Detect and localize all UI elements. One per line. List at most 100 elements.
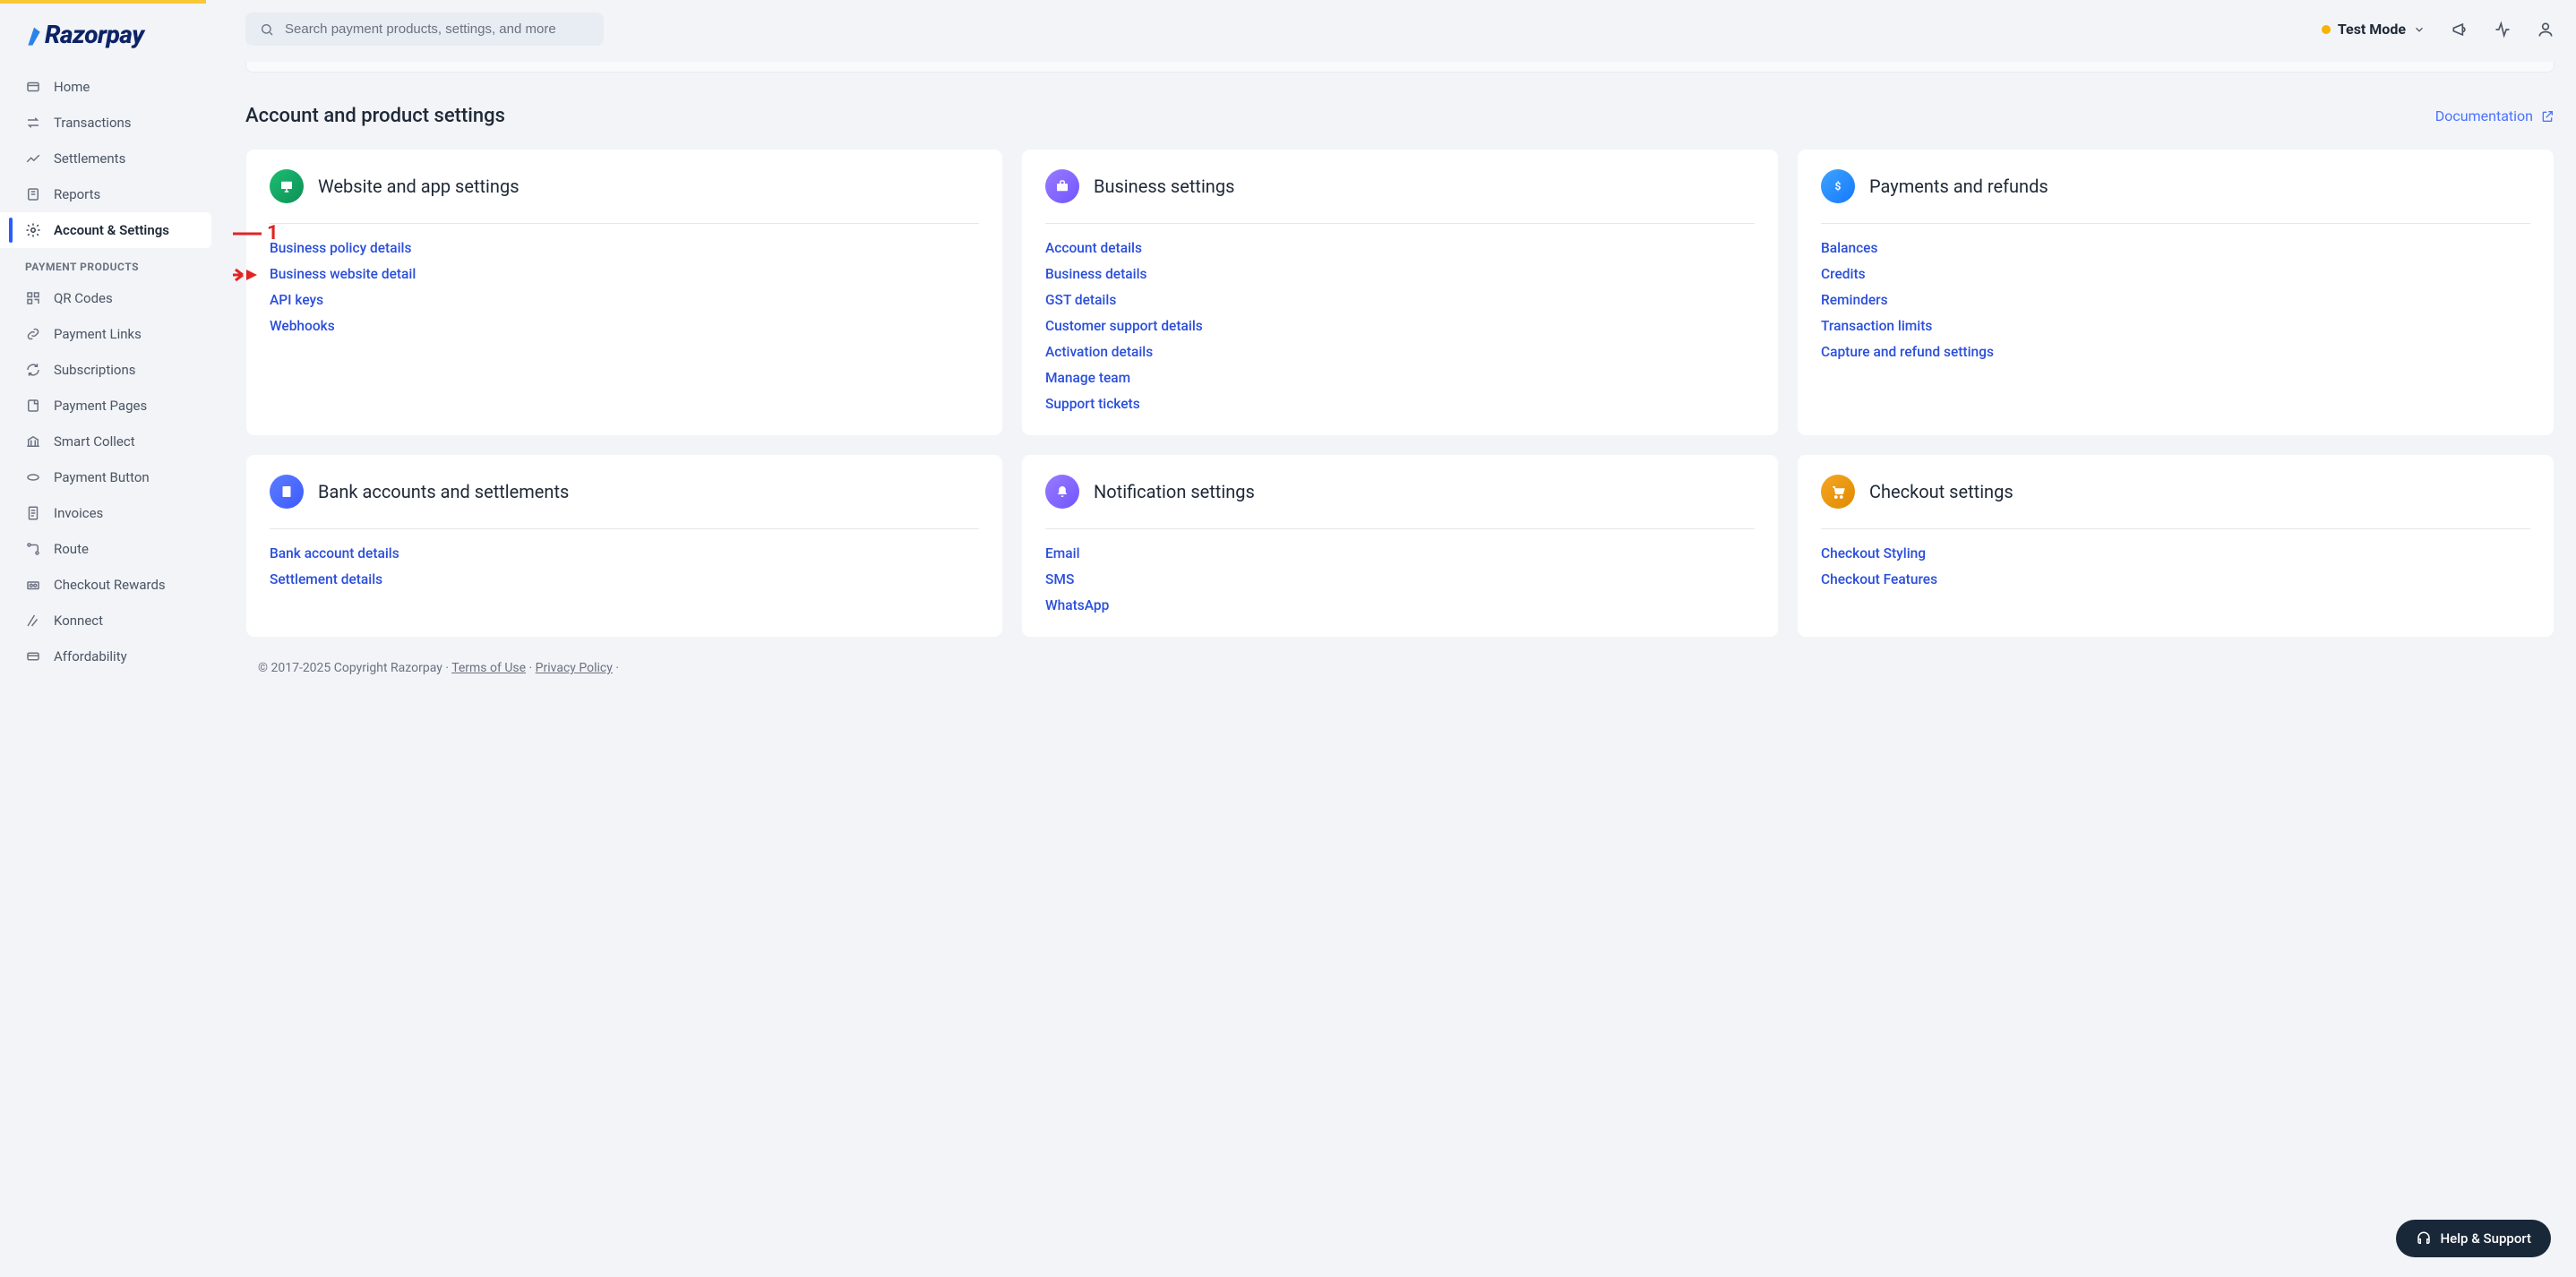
dollar-icon: $ xyxy=(1821,169,1855,203)
search-box[interactable] xyxy=(245,13,604,46)
link-reminders[interactable]: Reminders xyxy=(1821,292,2530,308)
collapsed-panel xyxy=(245,62,2555,73)
activity-icon[interactable] xyxy=(2494,21,2512,39)
sidebar-item-subscriptions[interactable]: Subscriptions xyxy=(0,352,233,388)
link-checkout-styling[interactable]: Checkout Styling xyxy=(1821,545,2530,561)
link-customer-support-details[interactable]: Customer support details xyxy=(1045,318,1755,334)
card-title: Website and app settings xyxy=(318,176,519,197)
card-title: Bank accounts and settlements xyxy=(318,481,569,502)
konnect-icon xyxy=(25,613,41,629)
sidebar-item-affordability[interactable]: Affordability xyxy=(0,638,233,674)
sidebar-item-settlements[interactable]: Settlements xyxy=(0,141,233,176)
link-business-website-detail[interactable]: Business website detail xyxy=(270,266,979,282)
invoice-icon xyxy=(25,505,41,521)
link-support-tickets[interactable]: Support tickets xyxy=(1045,396,1755,412)
link-balances[interactable]: Balances xyxy=(1821,240,2530,256)
sidebar-item-payment-pages[interactable]: Payment Pages xyxy=(0,388,233,424)
sidebar-item-invoices[interactable]: Invoices xyxy=(0,495,233,531)
link-whatsapp[interactable]: WhatsApp xyxy=(1045,597,1755,613)
link-capture-refund-settings[interactable]: Capture and refund settings xyxy=(1821,344,2530,360)
link-sms[interactable]: SMS xyxy=(1045,571,1755,587)
card-notification-settings: Notification settings Email SMS WhatsApp xyxy=(1021,454,1779,638)
sidebar-item-label: Reports xyxy=(54,186,100,202)
link-icon xyxy=(25,326,41,342)
sidebar-item-checkout-rewards[interactable]: Checkout Rewards xyxy=(0,567,233,603)
card-website-app-settings: Website and app settings Business policy… xyxy=(245,149,1003,436)
main-content: Test Mode Account and product settings D… xyxy=(233,0,2576,1277)
annotation-number: 1 xyxy=(267,222,279,244)
mode-status-dot xyxy=(2322,25,2331,34)
logo[interactable]: Razorpay xyxy=(0,7,233,69)
transactions-icon xyxy=(25,115,41,131)
settings-cards-grid: Website and app settings Business policy… xyxy=(245,149,2555,638)
sidebar-item-label: Settlements xyxy=(54,150,125,167)
bell-icon xyxy=(1045,475,1079,509)
link-gst-details[interactable]: GST details xyxy=(1045,292,1755,308)
user-icon[interactable] xyxy=(2537,21,2555,39)
mode-label: Test Mode xyxy=(2338,21,2406,38)
sidebar-item-reports[interactable]: Reports xyxy=(0,176,233,212)
sidebar-item-label: Transactions xyxy=(54,115,132,131)
bank-icon xyxy=(25,433,41,450)
help-label: Help & Support xyxy=(2441,1230,2531,1247)
cart-icon xyxy=(1821,475,1855,509)
sidebar-item-qr-codes[interactable]: QR Codes xyxy=(0,280,233,316)
affordability-icon xyxy=(25,648,41,664)
document-icon xyxy=(270,475,304,509)
card-bank-accounts-settlements: Bank accounts and settlements Bank accou… xyxy=(245,454,1003,638)
link-manage-team[interactable]: Manage team xyxy=(1045,370,1755,386)
sidebar-item-label: Invoices xyxy=(54,505,103,521)
sidebar-item-label: Payment Links xyxy=(54,326,142,342)
privacy-link[interactable]: Privacy Policy xyxy=(536,661,613,675)
sidebar-item-account-settings[interactable]: Account & Settings xyxy=(0,212,211,248)
sidebar-item-label: Home xyxy=(54,79,90,95)
sidebar-item-label: QR Codes xyxy=(54,290,113,306)
search-input[interactable] xyxy=(285,21,589,37)
link-transaction-limits[interactable]: Transaction limits xyxy=(1821,318,2530,334)
sidebar-item-label: Payment Pages xyxy=(54,398,147,414)
announcement-icon[interactable] xyxy=(2451,21,2469,39)
card-business-settings: Business settings Account details Busine… xyxy=(1021,149,1779,436)
link-settlement-details[interactable]: Settlement details xyxy=(270,571,979,587)
link-api-keys[interactable]: API keys xyxy=(270,292,979,308)
page-title: Account and product settings xyxy=(245,105,505,127)
sidebar-item-label: Route xyxy=(54,541,89,557)
sidebar-item-payment-links[interactable]: Payment Links xyxy=(0,316,233,352)
route-icon xyxy=(25,541,41,557)
copyright-text: © 2017-2025 Copyright Razorpay xyxy=(258,661,442,675)
link-activation-details[interactable]: Activation details xyxy=(1045,344,1755,360)
link-business-policy-details[interactable]: Business policy details xyxy=(270,240,979,256)
home-icon xyxy=(25,79,41,95)
sidebar-item-home[interactable]: Home xyxy=(0,69,233,105)
sidebar-item-label: Checkout Rewards xyxy=(54,577,166,593)
search-icon xyxy=(260,22,274,37)
card-title: Business settings xyxy=(1094,176,1234,197)
link-bank-account-details[interactable]: Bank account details xyxy=(270,545,979,561)
sidebar-item-konnect[interactable]: Konnect xyxy=(0,603,233,638)
sidebar-item-transactions[interactable]: Transactions xyxy=(0,105,233,141)
help-support-button[interactable]: Help & Support xyxy=(2396,1220,2551,1257)
top-accent-bar xyxy=(0,0,206,4)
sidebar-section-label: PAYMENT PRODUCTS xyxy=(0,248,233,280)
link-webhooks[interactable]: Webhooks xyxy=(270,318,979,334)
link-account-details[interactable]: Account details xyxy=(1045,240,1755,256)
sidebar-item-label: Account & Settings xyxy=(54,222,169,238)
header: Test Mode xyxy=(233,0,2576,62)
mode-toggle[interactable]: Test Mode xyxy=(2322,21,2426,38)
link-credits[interactable]: Credits xyxy=(1821,266,2530,282)
link-checkout-features[interactable]: Checkout Features xyxy=(1821,571,2530,587)
refresh-icon xyxy=(25,362,41,378)
razorpay-logo-icon xyxy=(25,24,43,46)
svg-text:$: $ xyxy=(1835,180,1842,193)
sidebar-item-smart-collect[interactable]: Smart Collect xyxy=(0,424,233,459)
sidebar-item-label: Affordability xyxy=(54,648,127,664)
link-email[interactable]: Email xyxy=(1045,545,1755,561)
card-title: Payments and refunds xyxy=(1869,176,2048,197)
sidebar-item-payment-button[interactable]: Payment Button xyxy=(0,459,233,495)
brand-text: Razorpay xyxy=(45,20,144,49)
footer: © 2017-2025 Copyright Razorpay · Terms o… xyxy=(245,638,2555,693)
terms-link[interactable]: Terms of Use xyxy=(451,661,526,675)
documentation-link[interactable]: Documentation xyxy=(2435,107,2555,124)
sidebar-item-route[interactable]: Route xyxy=(0,531,233,567)
link-business-details[interactable]: Business details xyxy=(1045,266,1755,282)
